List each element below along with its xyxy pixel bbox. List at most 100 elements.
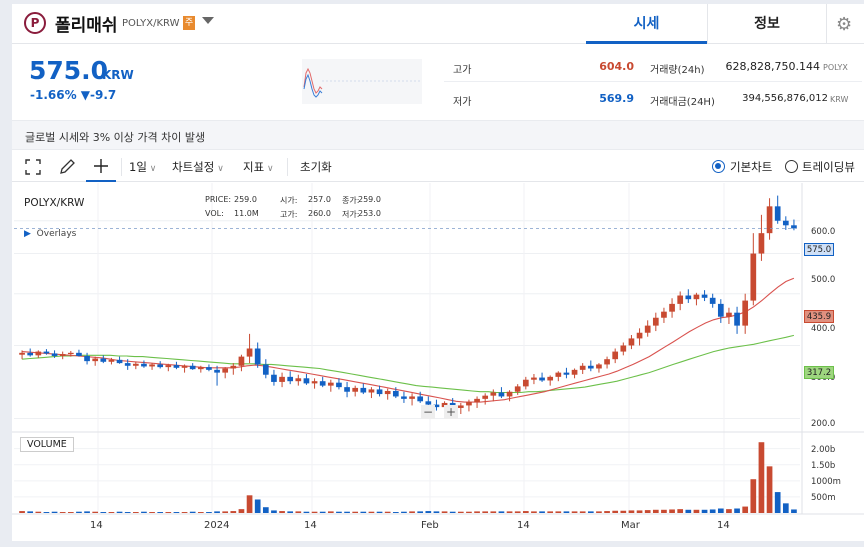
candle-body	[149, 364, 155, 367]
tradingview-label[interactable]: 트레이딩뷰	[802, 159, 855, 175]
zoom-in-button[interactable]: +	[444, 405, 458, 419]
candle-body	[271, 374, 277, 382]
candle-body	[295, 378, 302, 382]
reset-button[interactable]: 초기화	[300, 159, 332, 175]
volume-24h-value: 628,828,750.144	[725, 60, 820, 73]
volume-bar	[214, 511, 220, 513]
candle-body	[539, 377, 545, 381]
fullscreen-icon[interactable]	[25, 159, 41, 175]
current-price-tag: 575.0	[804, 243, 834, 256]
volume-bar	[596, 511, 602, 513]
volume-bar	[368, 511, 375, 513]
candle-body	[774, 206, 781, 221]
chart-toolbar: 1일 ∨ 차트설정 ∨ 지표 ∨ 초기화 기본차트 트레이딩뷰	[12, 151, 864, 182]
amount-24h-unit: KRW	[830, 95, 849, 104]
candle-body	[344, 387, 350, 392]
candle-body	[709, 297, 716, 304]
candle-body	[490, 392, 497, 396]
gear-icon[interactable]: ⚙	[836, 14, 852, 35]
high-label: 고가	[453, 65, 472, 76]
candle-body	[782, 220, 789, 226]
volume-bar	[271, 510, 277, 513]
candle-body	[384, 390, 391, 395]
volume-bar	[222, 511, 229, 513]
chevron-down-icon: ∨	[264, 164, 274, 174]
overlays-toggle[interactable]: ▶ Overlays	[24, 229, 76, 239]
candle-body	[717, 303, 724, 317]
candle-body	[59, 354, 66, 356]
volume-bar	[466, 511, 472, 513]
candle-body	[734, 312, 740, 326]
candle-body	[409, 396, 415, 399]
candle-body	[230, 365, 237, 369]
candle-body	[165, 365, 172, 368]
candle-body	[84, 355, 90, 362]
candle-body	[67, 352, 74, 355]
low-value: 569.9	[599, 92, 634, 105]
chart-canvas[interactable]	[12, 183, 864, 541]
volume-bar	[425, 511, 432, 513]
candle-body	[279, 376, 285, 382]
candle-body	[100, 358, 107, 362]
basic-chart-radio[interactable]	[712, 160, 725, 173]
volume-bar	[409, 511, 415, 513]
volume-bar	[791, 509, 797, 513]
candle-body	[76, 352, 82, 356]
candlestick-chart[interactable]: POLYX/KRW ▶ Overlays PRICE: 259.0 시가: 25…	[12, 183, 864, 541]
volume-bar	[254, 499, 261, 513]
tab-info[interactable]: 정보	[707, 4, 827, 44]
ohlc-low-label: 저가:	[342, 210, 360, 219]
volume-bar	[726, 509, 732, 513]
basic-chart-label[interactable]: 기본차트	[730, 159, 772, 175]
volume-bar	[701, 509, 708, 513]
volume-bar	[100, 512, 107, 513]
candle-body	[287, 376, 294, 382]
candle-body	[238, 356, 245, 366]
volume-bar	[750, 479, 757, 513]
ohlc-close-label: 종가:	[342, 196, 360, 205]
y-tick-label: 200.0	[811, 419, 836, 429]
chevron-down-icon[interactable]	[202, 17, 214, 24]
volume-bar	[474, 511, 480, 513]
volume-bar	[506, 511, 513, 513]
candle-body	[652, 317, 659, 326]
coin-pair: POLYX/KRW	[122, 18, 180, 29]
volume-bar	[336, 511, 342, 513]
volume-bar	[522, 511, 529, 513]
volume-bar	[76, 511, 82, 513]
crosshair-icon	[94, 159, 108, 173]
volume-bar	[392, 512, 399, 513]
candle-body	[742, 300, 749, 326]
candle-body	[35, 351, 42, 356]
crosshair-tool[interactable]	[86, 151, 116, 182]
volume-bar	[27, 511, 34, 513]
coin-name[interactable]: 폴리매쉬	[55, 11, 118, 36]
candle-body	[563, 372, 570, 375]
ohlc-vol-value: 11.0M	[234, 209, 259, 218]
volume-bar	[319, 511, 326, 513]
volume-bar	[311, 511, 318, 513]
volume-bar	[709, 509, 716, 513]
ohlc-high-value: 260.0	[308, 209, 331, 218]
volume-bar	[604, 511, 610, 513]
candle-body	[181, 365, 188, 368]
volume-bar	[555, 511, 562, 513]
candle-body	[51, 353, 58, 356]
tab-price[interactable]: 시세	[586, 4, 707, 44]
candle-body	[311, 381, 318, 384]
chart-settings-menu[interactable]: 차트설정 ∨	[172, 159, 224, 175]
candle-body	[620, 345, 627, 352]
volume-bar	[774, 492, 781, 513]
volume-bar	[344, 511, 350, 513]
volume-bar	[189, 511, 196, 513]
volume-bar	[547, 511, 554, 513]
tradingview-radio[interactable]	[785, 160, 798, 173]
chart-settings-label: 차트설정	[172, 160, 215, 174]
interval-select[interactable]: 1일 ∨	[129, 159, 156, 175]
candle-body	[254, 348, 261, 365]
volume-bar	[246, 495, 253, 513]
zoom-out-button[interactable]: −	[421, 405, 435, 419]
chevron-down-icon: ∨	[214, 164, 224, 174]
indicators-menu[interactable]: 지표 ∨	[243, 159, 274, 175]
pencil-icon[interactable]	[58, 158, 76, 176]
